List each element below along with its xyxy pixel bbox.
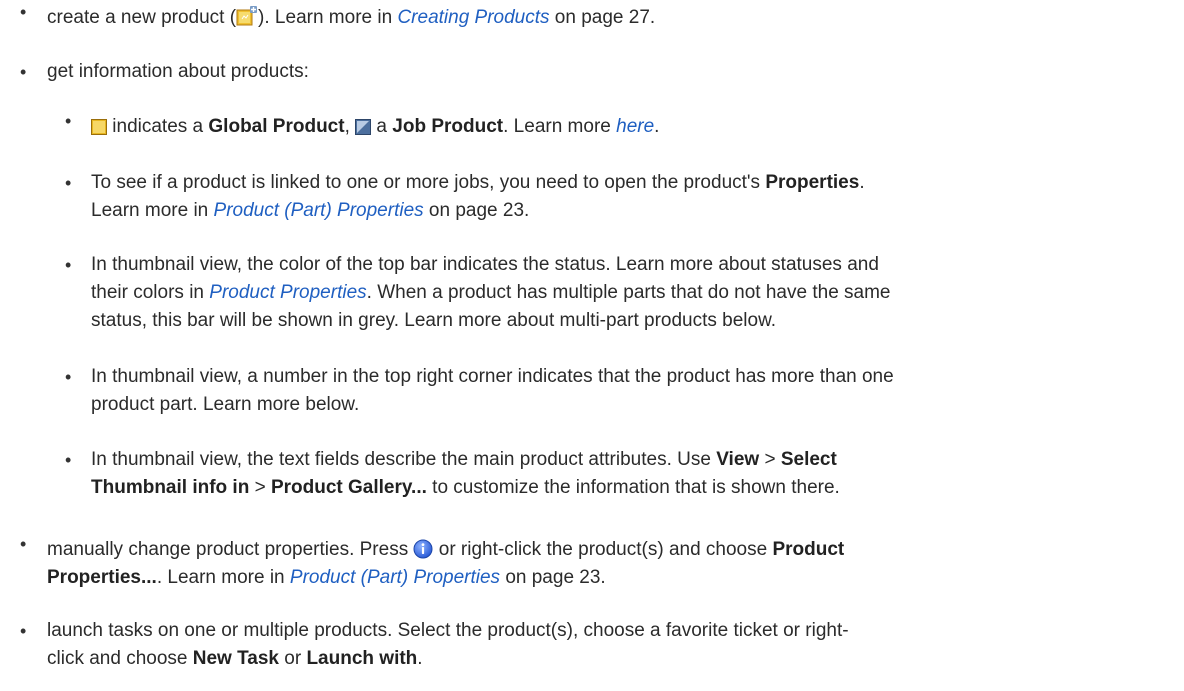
new-product-icon: [236, 6, 258, 26]
info-icon[interactable]: [413, 539, 433, 559]
link-here[interactable]: here: [616, 116, 654, 137]
job-product-icon: [355, 116, 372, 135]
document-page: • create a new product (). Learn more in…: [0, 0, 1184, 691]
link-product-part-properties[interactable]: Product (Part) Properties: [214, 200, 424, 221]
list-item: • get information about products:: [20, 58, 309, 86]
bullet: •: [65, 111, 72, 131]
list-item: • To see if a product is linked to one o…: [65, 169, 865, 225]
link-creating-products[interactable]: Creating Products: [397, 7, 549, 28]
list-item: • In thumbnail view, the text fields des…: [65, 446, 840, 502]
link-product-properties[interactable]: Product Properties: [209, 282, 366, 303]
bullet: •: [65, 173, 72, 193]
bullet: •: [20, 62, 27, 82]
list-item: • In thumbnail view, a number in the top…: [65, 363, 894, 419]
bullet: •: [65, 367, 72, 387]
list-item: • indicates a Global Product, a Job Prod…: [65, 111, 659, 141]
list-item: • manually change product properties. Pr…: [20, 534, 844, 592]
link-product-part-properties-2[interactable]: Product (Part) Properties: [290, 567, 500, 588]
bullet: •: [65, 450, 72, 470]
list-item: • launch tasks on one or multiple produc…: [20, 617, 849, 673]
bullet: •: [20, 534, 27, 554]
bullet: •: [20, 2, 27, 22]
bullet: •: [65, 255, 72, 275]
list-item: • create a new product (). Learn more in…: [20, 2, 655, 32]
bullet: •: [20, 621, 27, 641]
list-item: • In thumbnail view, the color of the to…: [65, 251, 891, 335]
global-product-icon: [91, 116, 107, 135]
